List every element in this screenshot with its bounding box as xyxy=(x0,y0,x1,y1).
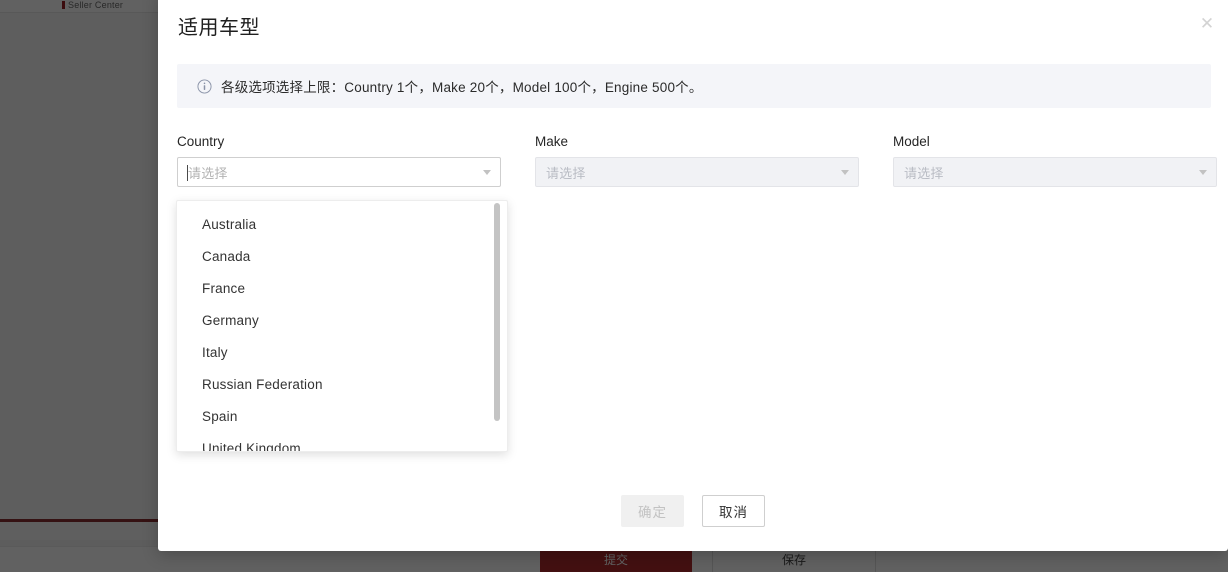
model-select: 请选择 xyxy=(893,157,1217,187)
chevron-down-icon xyxy=(841,158,849,186)
dropdown-option[interactable]: Italy xyxy=(177,337,507,369)
applicable-vehicle-modal: ✕ 适用车型 各级选项选择上限：Country 1个，Make 20个，Mode… xyxy=(158,0,1228,551)
info-banner-text: 各级选项选择上限：Country 1个，Make 20个，Model 100个，… xyxy=(221,80,703,95)
text-cursor xyxy=(187,165,188,181)
field-model: Model 请选择 xyxy=(893,134,1217,187)
confirm-button[interactable]: 确定 xyxy=(621,495,684,527)
field-label-country: Country xyxy=(177,134,225,149)
close-icon[interactable]: ✕ xyxy=(1196,13,1218,35)
dropdown-option[interactable]: Russian Federation xyxy=(177,369,507,401)
model-select-placeholder: 请选择 xyxy=(904,165,944,181)
dropdown-option[interactable]: Canada xyxy=(177,241,507,273)
dropdown-option[interactable]: Germany xyxy=(177,305,507,337)
info-circle-icon xyxy=(197,78,212,94)
info-banner: 各级选项选择上限：Country 1个，Make 20个，Model 100个，… xyxy=(177,64,1211,108)
vehicle-filter-fields: Country 请选择 Make 请选择 Model 请选择 xyxy=(177,134,1217,187)
country-select[interactable]: 请选择 xyxy=(177,157,501,187)
dropdown-option[interactable]: Spain xyxy=(177,401,507,433)
make-select: 请选择 xyxy=(535,157,859,187)
app-root: Seller Center 提交 保存 ✕ 适用车型 各级选项选择上限：Coun… xyxy=(0,0,1228,572)
page-title: 适用车型 xyxy=(178,17,260,39)
make-select-placeholder: 请选择 xyxy=(546,165,586,181)
country-select-placeholder: 请选择 xyxy=(188,165,228,181)
field-label-model: Model xyxy=(893,134,930,149)
field-make: Make 请选择 xyxy=(535,134,859,187)
modal-footer: 确定 取消 xyxy=(158,495,1228,527)
cancel-button[interactable]: 取消 xyxy=(702,495,765,527)
field-country: Country 请选择 xyxy=(177,134,501,187)
country-option-list: Australia Canada France Germany Italy Russian… xyxy=(177,201,507,451)
chevron-down-icon[interactable] xyxy=(483,158,491,186)
dropdown-option[interactable]: France xyxy=(177,273,507,305)
chevron-down-icon xyxy=(1199,158,1207,186)
dropdown-option[interactable]: Australia xyxy=(177,209,507,241)
field-label-make: Make xyxy=(535,134,569,149)
dropdown-option[interactable]: United Kingdom xyxy=(177,433,507,451)
country-dropdown[interactable]: Australia Canada France Germany Italy Russian… xyxy=(176,200,508,452)
dropdown-scrollbar-thumb[interactable] xyxy=(494,203,500,421)
